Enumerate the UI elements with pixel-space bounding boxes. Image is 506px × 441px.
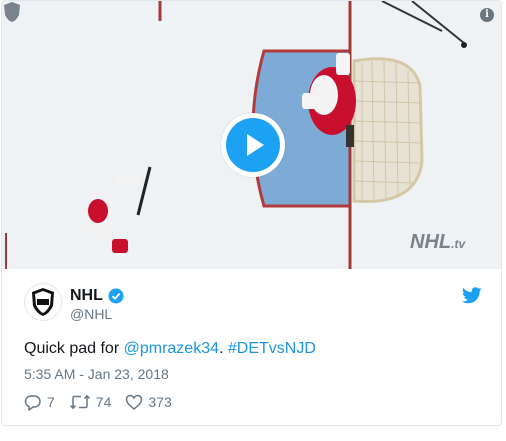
heart-icon	[126, 394, 143, 410]
embedded-tweet-card[interactable]: NHL.tv i NHL @NHL Quick pad for @pmrazek…	[1, 0, 502, 426]
nhl-tv-watermark: NHL.tv	[410, 231, 465, 254]
reply-count: 7	[47, 394, 55, 410]
like-button[interactable]: 373	[125, 393, 172, 411]
retweet-button[interactable]: 74	[69, 393, 112, 411]
info-icon[interactable]: i	[480, 8, 494, 22]
verified-badge-icon	[108, 288, 124, 304]
nhl-shield-logo-icon	[32, 288, 54, 316]
avatar[interactable]	[24, 283, 62, 321]
mention-link[interactable]: @pmrazek34	[124, 340, 219, 357]
watermark-suffix: .tv	[451, 237, 466, 251]
tweet-text-prefix: Quick pad for	[24, 340, 124, 357]
tweet-actions: 7 74 373	[24, 392, 186, 412]
account-handle[interactable]: @NHL	[70, 306, 112, 322]
account-name[interactable]: NHL	[70, 287, 103, 305]
play-button-circle	[226, 118, 280, 172]
tweet-header: NHL @NHL	[24, 283, 484, 323]
retweet-count: 74	[95, 394, 112, 410]
like-count: 373	[148, 394, 172, 410]
tweet-text-mid: .	[219, 340, 228, 357]
tweet-timestamp[interactable]: 5:35 AM - Jan 23, 2018	[24, 366, 169, 382]
watermark-brand: NHL	[410, 231, 452, 253]
reply-button[interactable]: 7	[24, 393, 55, 411]
video-thumbnail[interactable]: NHL.tv i	[2, 1, 501, 269]
play-icon	[247, 134, 264, 156]
tweet-text: Quick pad for @pmrazek34. #DETvsNJD	[24, 340, 316, 358]
twitter-bird-icon[interactable]	[462, 287, 482, 304]
nhl-shield-watermark-icon	[4, 2, 20, 22]
reply-icon	[24, 395, 41, 411]
retweet-icon	[69, 394, 90, 410]
play-button[interactable]	[221, 113, 285, 177]
hashtag-link[interactable]: #DETvsNJD	[228, 340, 316, 357]
